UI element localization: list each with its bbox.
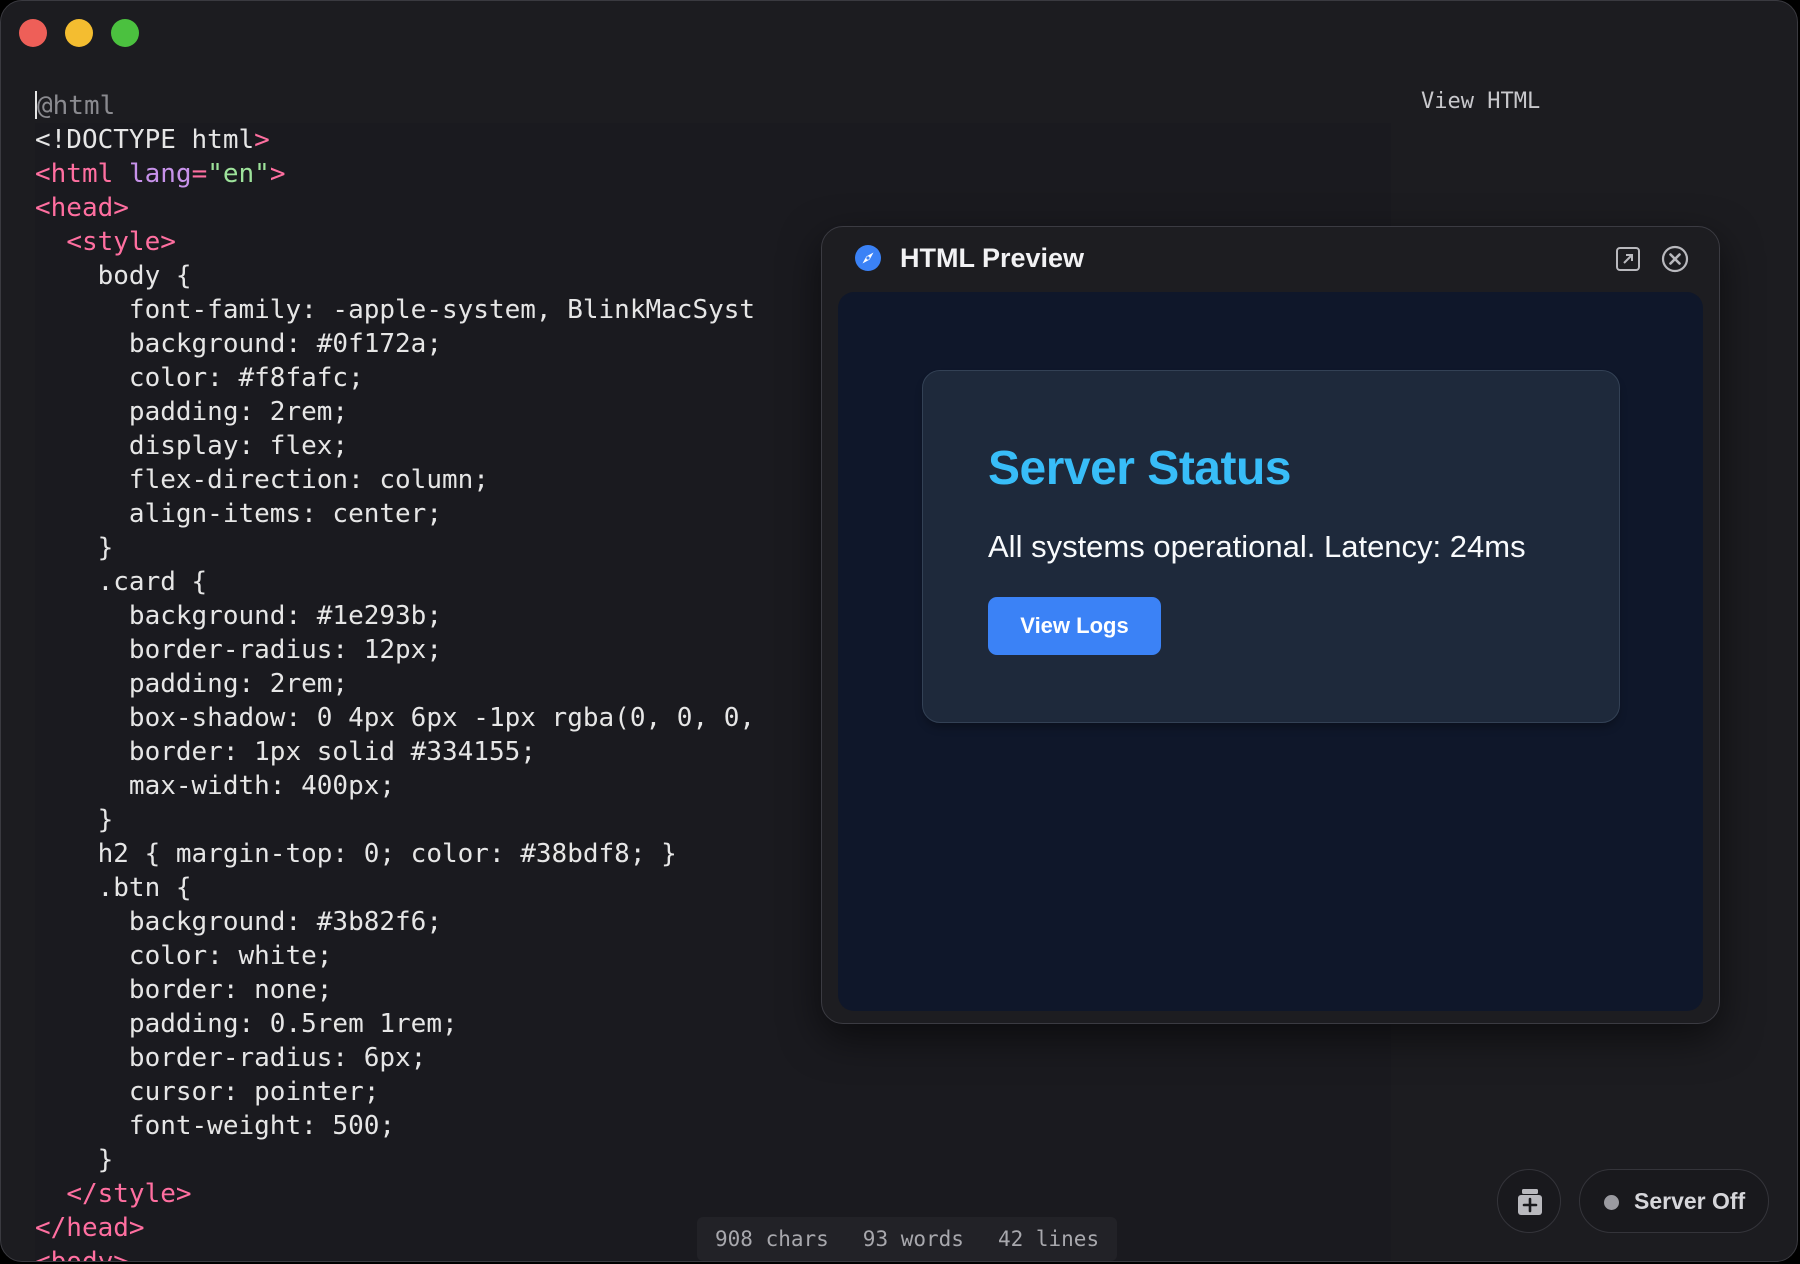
code-line: <body> <box>35 1247 129 1262</box>
code-editor[interactable]: @html <!DOCTYPE html> <html lang="en"> <hea… <box>35 89 756 1262</box>
view-html-button[interactable]: View HTML <box>1421 89 1540 114</box>
code-line: color: #f8fafc; <box>35 363 364 393</box>
title-bar <box>1 1 1797 65</box>
code-line: <style> <box>66 227 176 257</box>
code-line: background: #0f172a; <box>35 329 442 359</box>
code-line: .btn { <box>35 873 192 903</box>
line-count: 42 lines <box>997 1227 1100 1251</box>
minimize-window-button[interactable] <box>65 19 93 47</box>
code-line: align-items: center; <box>35 499 442 529</box>
code-line: display: flex; <box>35 431 349 461</box>
code-line: h2 { margin-top: 0; color: #38bdf8; } <box>35 839 677 869</box>
char-count: 908 chars <box>715 1227 829 1251</box>
code-line: <head> <box>35 193 129 223</box>
card-heading: Server Status <box>988 442 1292 495</box>
code-line: flex-direction: column; <box>35 465 489 495</box>
code-line: </head> <box>35 1213 145 1243</box>
code-line: font-weight: 500; <box>35 1111 396 1141</box>
code-line: cursor: pointer; <box>35 1077 380 1107</box>
code-line: } <box>35 1145 114 1175</box>
code-line: } <box>35 805 114 835</box>
close-window-button[interactable] <box>19 19 47 47</box>
code-line: body { <box>35 261 192 291</box>
document-plus-icon <box>1518 1189 1542 1215</box>
code-line: background: #3b82f6; <box>35 907 442 937</box>
code-line: .card { <box>35 567 208 597</box>
code-line: background: #1e293b; <box>35 601 442 631</box>
zoom-window-button[interactable] <box>111 19 139 47</box>
server-status-card: Server Status All systems operational. L… <box>922 370 1620 723</box>
code-line: @html <box>35 91 116 121</box>
preview-title: HTML Preview <box>900 243 1085 273</box>
code-line: <html lang="en"> <box>35 159 286 189</box>
code-line: font-family: -apple-system, BlinkMacSyst <box>35 295 756 325</box>
code-line: border: none; <box>35 975 333 1005</box>
html-preview-panel: HTML Preview Server Status All systems o… <box>821 226 1720 1024</box>
code-line: box-shadow: 0 4px 6px -1px rgba(0, 0, 0, <box>35 703 756 733</box>
code-line: padding: 0.5rem 1rem; <box>35 1009 458 1039</box>
server-status-dot <box>1604 1195 1619 1210</box>
view-logs-button[interactable]: View Logs <box>988 597 1161 655</box>
code-line: border: 1px solid #334155; <box>35 737 536 767</box>
word-count: 93 words <box>862 1227 964 1251</box>
code-line: color: white; <box>35 941 333 971</box>
open-external-icon[interactable] <box>1615 246 1641 272</box>
preview-frame: Server Status All systems operational. L… <box>838 292 1703 1011</box>
editor-window: @html <!DOCTYPE html> <html lang="en"> <hea… <box>0 0 1798 1262</box>
compass-icon <box>855 245 881 271</box>
card-message: All systems operational. Latency: 24ms <box>988 529 1526 564</box>
new-document-button[interactable] <box>1497 1169 1561 1233</box>
code-line: padding: 2rem; <box>35 669 349 699</box>
code-line: } <box>35 533 114 563</box>
code-line: padding: 2rem; <box>35 397 349 427</box>
close-icon[interactable] <box>1661 245 1689 273</box>
server-toggle-button[interactable]: Server Off <box>1579 1169 1769 1233</box>
code-line: border-radius: 12px; <box>35 635 442 665</box>
status-bar: 908 chars 93 words 42 lines <box>697 1217 1118 1261</box>
code-line: <!DOCTYPE html> <box>35 125 270 155</box>
server-status-label: Server Off <box>1634 1188 1746 1214</box>
code-line: border-radius: 6px; <box>35 1043 427 1073</box>
code-line: </style> <box>66 1179 192 1209</box>
preview-header: HTML Preview <box>822 227 1719 291</box>
code-line: max-width: 400px; <box>35 771 396 801</box>
